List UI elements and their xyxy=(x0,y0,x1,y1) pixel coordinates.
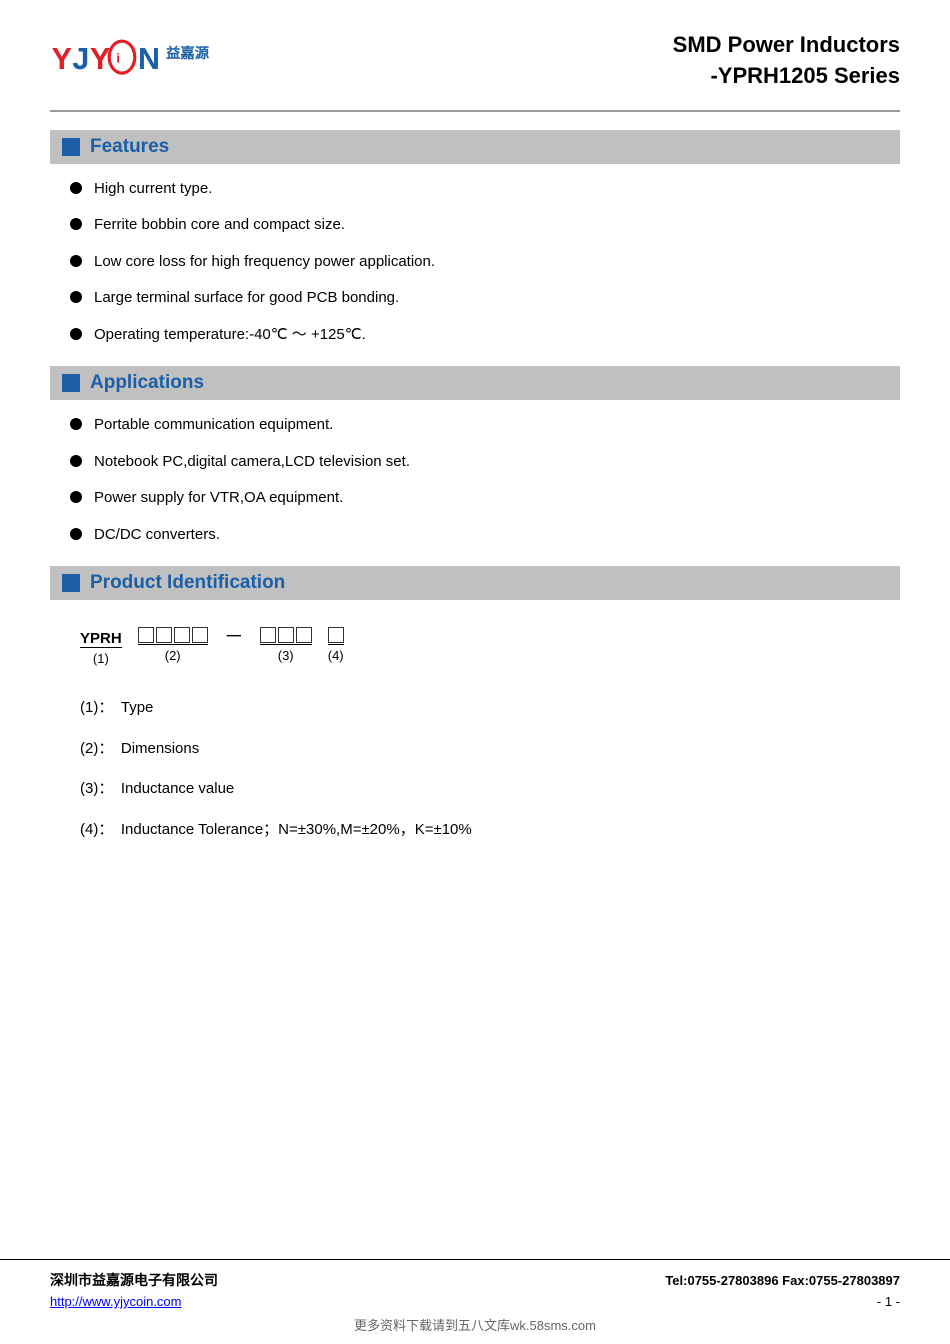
list-item: (4)： Inductance Tolerance；N=±30%,M=±20%，… xyxy=(80,819,900,842)
feature-text: Operating temperature:-40℃ ～ +125℃. xyxy=(94,324,366,347)
list-item: (1)： Type xyxy=(80,697,900,720)
feature-text: Large terminal surface for good PCB bond… xyxy=(94,287,399,310)
features-list: High current type. Ferrite bobbin core a… xyxy=(50,178,900,347)
pid-box xyxy=(278,627,294,643)
product-id-header: Product Identification xyxy=(50,566,900,600)
pid-label-4: (4) xyxy=(328,648,344,663)
pid-label-2: (2) xyxy=(165,648,181,663)
product-id-diagram: YPRH (1) (2) － xyxy=(80,620,900,667)
pid-box xyxy=(156,627,172,643)
footer-top-row: 深圳市益嘉源电子有限公司 Tel:0755-27803896 Fax:0755-… xyxy=(50,1270,900,1290)
footer-bottom-row: http://www.yjycoin.com - 1 - xyxy=(50,1294,900,1309)
bullet-icon xyxy=(70,255,82,267)
bullet-icon xyxy=(70,455,82,467)
page-footer: 深圳市益嘉源电子有限公司 Tel:0755-27803896 Fax:0755-… xyxy=(0,1259,950,1344)
applications-header: Applications xyxy=(50,366,900,400)
bullet-icon xyxy=(70,182,82,194)
applications-list: Portable communication equipment. Notebo… xyxy=(50,414,900,546)
pid-segment-4: (4) xyxy=(328,627,344,663)
company-url[interactable]: http://www.yjycoin.com xyxy=(50,1294,182,1309)
pid-segment-3: (3) xyxy=(260,627,312,663)
applications-title: Applications xyxy=(90,372,204,394)
features-header: Features xyxy=(50,130,900,164)
bullet-icon xyxy=(70,491,82,503)
list-item: Ferrite bobbin core and compact size. xyxy=(70,214,900,237)
app-text: Notebook PC,digital camera,LCD televisio… xyxy=(94,451,410,474)
title-line2: -YPRH1205 Series xyxy=(673,61,900,92)
pid-detail-label: Inductance value xyxy=(121,780,234,797)
list-item: (2)： Dimensions xyxy=(80,738,900,761)
list-item: Low core loss for high frequency power a… xyxy=(70,251,900,274)
pid-detail-num: (3) xyxy=(80,780,98,797)
features-square-icon xyxy=(62,138,80,156)
pid-detail-num: (1) xyxy=(80,699,98,716)
list-item: (3)： Inductance value xyxy=(80,778,900,801)
svg-text:Y: Y xyxy=(90,42,110,76)
contact-info: Tel:0755-27803896 Fax:0755-27803897 xyxy=(665,1273,900,1288)
svg-text:Y: Y xyxy=(52,42,72,76)
company-logo: Y J Y i N 益嘉源 xyxy=(50,30,210,85)
pid-detail-label: Dimensions xyxy=(121,740,199,757)
pid-detail-num: (4) xyxy=(80,821,98,838)
list-item: Portable communication equipment. xyxy=(70,414,900,437)
applications-square-icon xyxy=(62,374,80,392)
bullet-icon xyxy=(70,418,82,430)
svg-text:N: N xyxy=(138,42,160,76)
pid-label-1: (1) xyxy=(93,651,109,666)
list-item: High current type. xyxy=(70,178,900,201)
pid-detail-label: Type xyxy=(121,699,154,716)
feature-text: Ferrite bobbin core and compact size. xyxy=(94,214,345,237)
pid-detail-list: (1)： Type (2)： Dimensions (3)： Inductanc… xyxy=(50,697,900,841)
app-text: Portable communication equipment. xyxy=(94,414,333,437)
pid-segment-2: (2) xyxy=(138,627,208,663)
pid-detail-label: Inductance Tolerance；N=±30%,M=±20%，K=±10… xyxy=(121,821,472,838)
document-title: SMD Power Inductors -YPRH1205 Series xyxy=(673,30,900,92)
logo-area: Y J Y i N 益嘉源 xyxy=(50,30,210,85)
watermark-text: 更多资料下载请到五八文库wk.58sms.com xyxy=(50,1315,900,1334)
list-item: Power supply for VTR,OA equipment. xyxy=(70,487,900,510)
pid-segment-1: YPRH (1) xyxy=(80,630,122,666)
product-id-title: Product Identification xyxy=(90,572,285,594)
pid-box xyxy=(174,627,190,643)
pid-box xyxy=(260,627,276,643)
list-item: Notebook PC,digital camera,LCD televisio… xyxy=(70,451,900,474)
applications-section: Applications Portable communication equi… xyxy=(50,366,900,546)
app-text: DC/DC converters. xyxy=(94,524,220,547)
svg-text:益嘉源: 益嘉源 xyxy=(166,44,210,62)
feature-text: High current type. xyxy=(94,178,212,201)
company-name: 深圳市益嘉源电子有限公司 xyxy=(50,1270,218,1290)
svg-text:i: i xyxy=(116,51,120,66)
bullet-icon xyxy=(70,328,82,340)
pid-yprh-text: YPRH xyxy=(80,630,122,648)
feature-text: Low core loss for high frequency power a… xyxy=(94,251,435,274)
list-item: DC/DC converters. xyxy=(70,524,900,547)
features-section: Features High current type. Ferrite bobb… xyxy=(50,130,900,347)
pid-label-3: (3) xyxy=(278,648,294,663)
bullet-icon xyxy=(70,291,82,303)
app-text: Power supply for VTR,OA equipment. xyxy=(94,487,343,510)
page-number: - 1 - xyxy=(877,1294,900,1309)
pid-detail-num: (2) xyxy=(80,740,98,757)
pid-box xyxy=(296,627,312,643)
svg-text:J: J xyxy=(72,42,89,76)
page-header: Y J Y i N 益嘉源 SMD Power Inductors -YPRH1… xyxy=(50,30,900,112)
list-item: Operating temperature:-40℃ ～ +125℃. xyxy=(70,324,900,347)
pid-box xyxy=(138,627,154,643)
bullet-icon xyxy=(70,528,82,540)
product-id-section: Product Identification YPRH (1) (2) xyxy=(50,566,900,841)
pid-dash: － xyxy=(224,620,244,649)
bullet-icon xyxy=(70,218,82,230)
pid-box xyxy=(328,627,344,643)
features-title: Features xyxy=(90,136,169,158)
product-id-square-icon xyxy=(62,574,80,592)
pid-box xyxy=(192,627,208,643)
title-line1: SMD Power Inductors xyxy=(673,30,900,61)
list-item: Large terminal surface for good PCB bond… xyxy=(70,287,900,310)
